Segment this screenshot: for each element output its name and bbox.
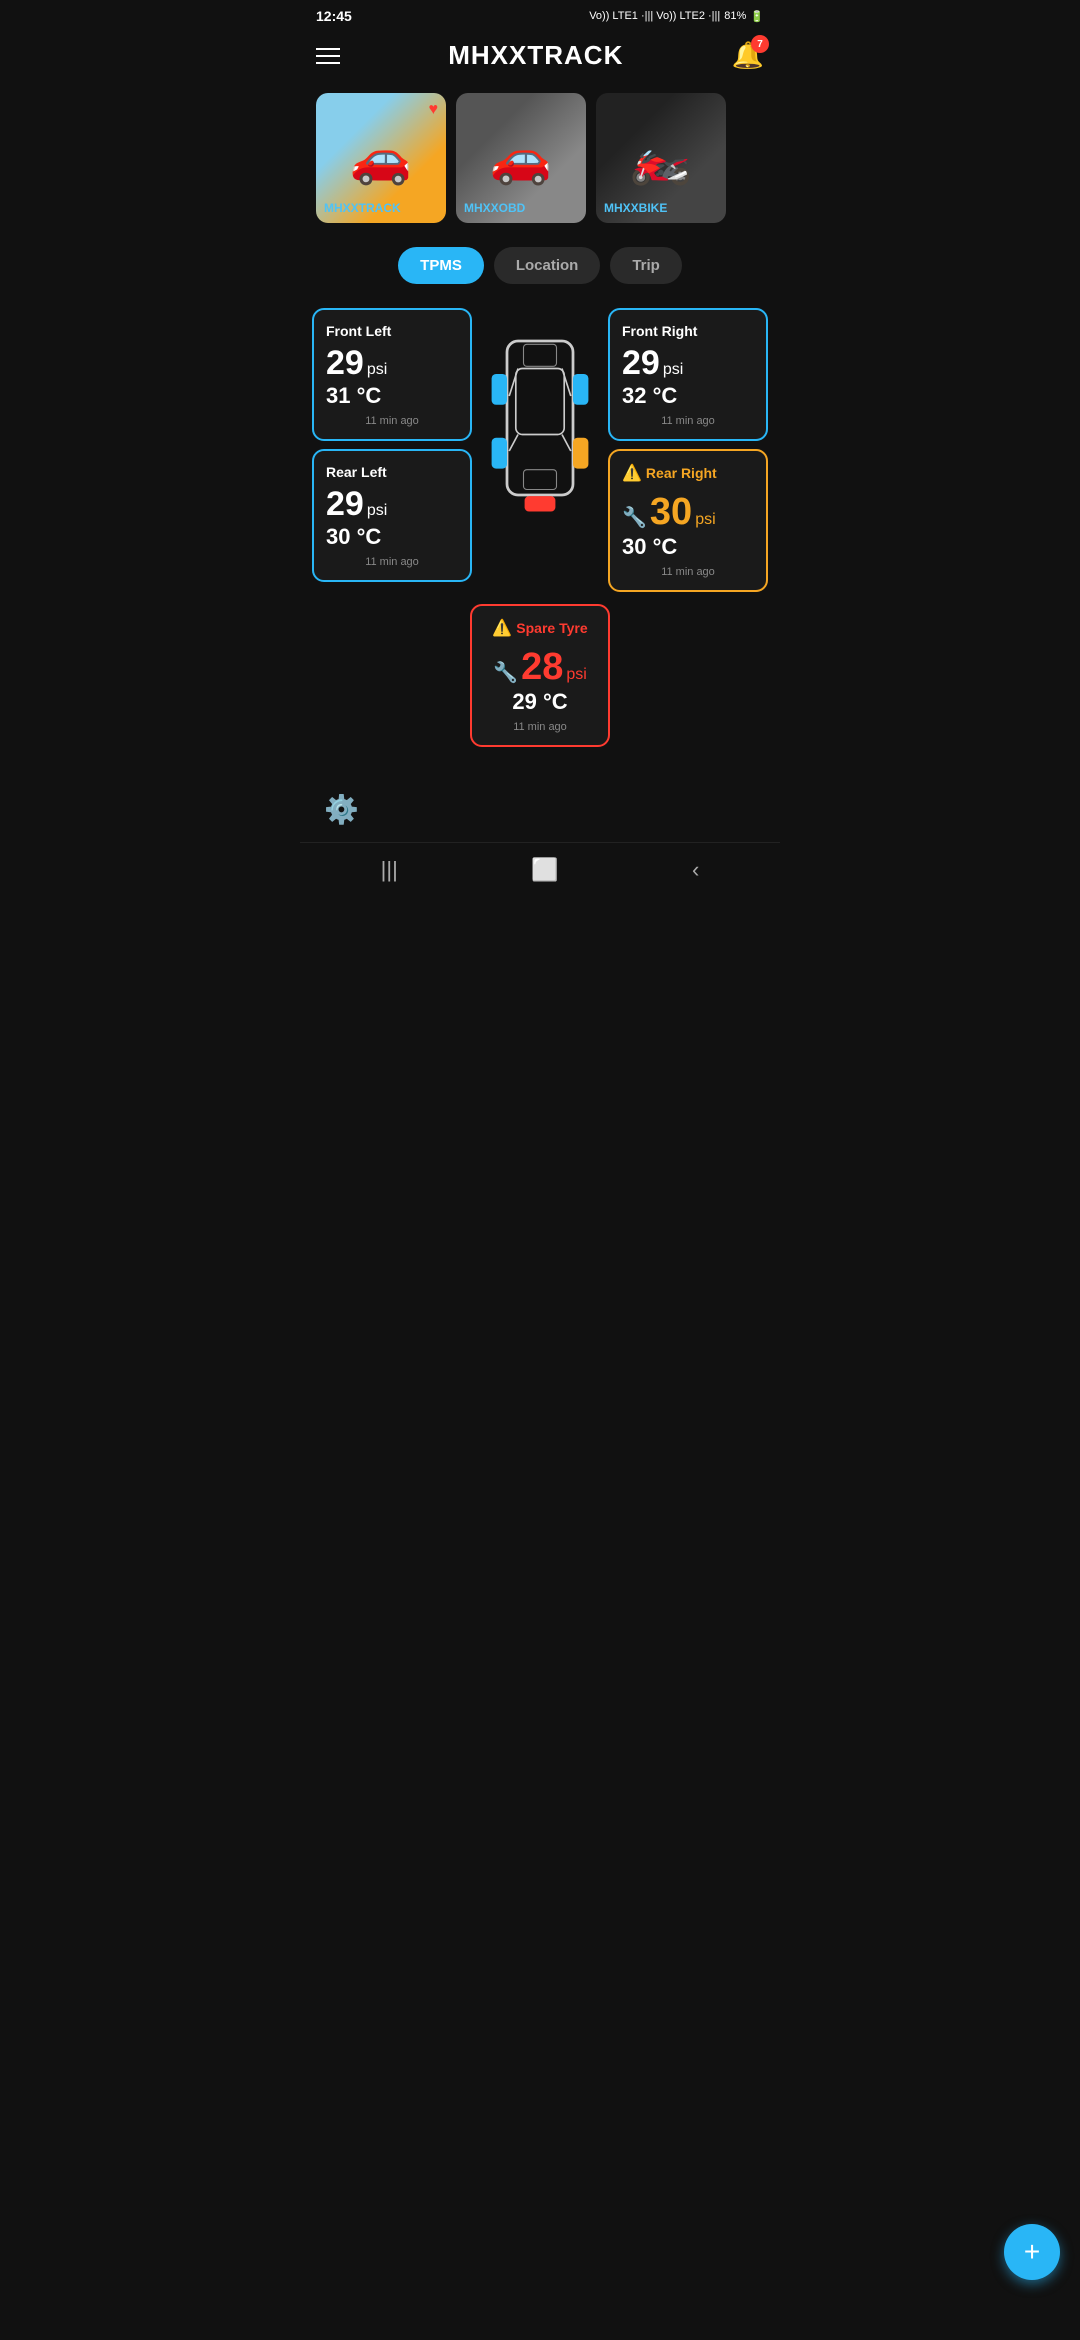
recents-button[interactable]: ||| bbox=[381, 857, 398, 883]
tire-unit-rear-right: psi bbox=[695, 511, 715, 529]
tire-label-front-left: Front Left bbox=[326, 322, 458, 340]
warning-icon-spare: ⚠️ bbox=[492, 618, 512, 638]
menu-button[interactable] bbox=[316, 48, 340, 64]
tire-card-rear-left: Rear Left 29 psi 30 °C 11 min ago bbox=[312, 449, 472, 582]
engine-icon[interactable]: ⚙️ bbox=[324, 793, 359, 826]
vehicle-label-mhxxbike: MHXXBIKE bbox=[604, 201, 667, 215]
tire-label-front-right: Front Right bbox=[622, 322, 754, 340]
tire-pressure-front-right: 29 bbox=[622, 344, 660, 383]
tab-tpms[interactable]: TPMS bbox=[398, 247, 484, 284]
tire-card-front-right: Front Right 29 psi 32 °C 11 min ago bbox=[608, 308, 768, 441]
car-diagram bbox=[480, 308, 600, 528]
warning-icon-rear-right: ⚠️ bbox=[622, 463, 642, 483]
status-icons: Vo)) LTE1 ·||| Vo)) LTE2 ·||| 81% 🔋 bbox=[589, 10, 764, 23]
sys-nav: ||| ⬜ ‹ bbox=[300, 842, 780, 897]
vehicle-image-mhxxbike: 🏍️ bbox=[630, 129, 692, 188]
tire-label-spare: Spare Tyre bbox=[516, 619, 587, 637]
tire-time-rear-left: 11 min ago bbox=[326, 556, 458, 568]
notification-badge: 7 bbox=[751, 35, 769, 53]
tire-unit-rear-left: psi bbox=[367, 502, 387, 520]
tire-time-spare: 11 min ago bbox=[492, 721, 588, 733]
vehicle-card-mhxxbike[interactable]: 🏍️ MHXXBIKE bbox=[596, 93, 726, 223]
tire-temp-front-right: 32 °C bbox=[622, 383, 754, 409]
vehicle-card-mhxxobd[interactable]: 🚗 MHXXOBD bbox=[456, 93, 586, 223]
tire-pressure-front-left: 29 bbox=[326, 344, 364, 383]
network-status: Vo)) LTE1 ·||| Vo)) LTE2 ·||| bbox=[589, 10, 720, 22]
notification-bell[interactable]: 🔔 7 bbox=[732, 40, 764, 71]
status-bar: 12:45 Vo)) LTE1 ·||| Vo)) LTE2 ·||| 81% … bbox=[300, 0, 780, 28]
tire-icon-spare: 🔧 bbox=[493, 660, 518, 685]
tire-card-spare: ⚠️ Spare Tyre 🔧 28 psi 29 °C 11 min ago bbox=[470, 604, 610, 747]
tire-icon-rear-right: 🔧 bbox=[622, 505, 647, 530]
vehicle-label-mhxxtrack: MHXXTRACK bbox=[324, 201, 401, 215]
tire-time-rear-right: 11 min ago bbox=[622, 566, 754, 578]
tire-card-rear-right: ⚠️ Rear Right 🔧 30 psi 30 °C 11 min ago bbox=[608, 449, 768, 592]
tire-label-rear-right: Rear Right bbox=[646, 464, 717, 482]
tire-temp-rear-right: 30 °C bbox=[622, 534, 754, 560]
favorite-icon: ♥ bbox=[429, 101, 439, 119]
vehicle-image-mhxxtrack: 🚗 bbox=[350, 129, 412, 188]
header: MHXXTRACK 🔔 7 bbox=[300, 28, 780, 83]
tire-pressure-spare: 28 bbox=[521, 646, 563, 689]
tab-trip[interactable]: Trip bbox=[610, 247, 682, 284]
status-time: 12:45 bbox=[316, 8, 352, 24]
tire-time-front-right: 11 min ago bbox=[622, 415, 754, 427]
battery-icon: 🔋 bbox=[750, 10, 764, 23]
tire-unit-spare: psi bbox=[566, 666, 586, 684]
home-button[interactable]: ⬜ bbox=[531, 857, 558, 883]
tire-unit-front-right: psi bbox=[663, 361, 683, 379]
tire-pressure-rear-left: 29 bbox=[326, 485, 364, 524]
tire-temp-spare: 29 °C bbox=[492, 689, 588, 715]
tab-bar: TPMS Location Trip bbox=[300, 233, 780, 298]
tire-pressure-rear-right: 30 bbox=[650, 491, 692, 534]
tire-card-front-left: Front Left 29 psi 31 °C 11 min ago bbox=[312, 308, 472, 441]
tire-label-rear-left: Rear Left bbox=[326, 463, 458, 481]
bottom-nav: ⚙️ bbox=[300, 777, 780, 842]
vehicle-cards-list: 🚗 ♥ MHXXTRACK 🚗 MHXXOBD 🏍️ MHXXBIKE bbox=[300, 83, 780, 233]
tab-location[interactable]: Location bbox=[494, 247, 601, 284]
tire-temp-rear-left: 30 °C bbox=[326, 524, 458, 550]
battery-status: 81% bbox=[724, 10, 746, 22]
tire-time-front-left: 11 min ago bbox=[326, 415, 458, 427]
fab-add-button[interactable]: + bbox=[1004, 2224, 1060, 2280]
back-button[interactable]: ‹ bbox=[692, 857, 699, 883]
tpms-section: Front Left 29 psi 31 °C 11 min ago bbox=[300, 298, 780, 757]
tire-temp-front-left: 31 °C bbox=[326, 383, 458, 409]
spare-row: ⚠️ Spare Tyre 🔧 28 psi 29 °C 11 min ago bbox=[312, 604, 768, 747]
vehicle-label-mhxxobd: MHXXOBD bbox=[464, 201, 525, 215]
tire-unit-front-left: psi bbox=[367, 361, 387, 379]
vehicle-image-mhxxobd: 🚗 bbox=[490, 129, 552, 188]
vehicle-card-mhxxtrack[interactable]: 🚗 ♥ MHXXTRACK bbox=[316, 93, 446, 223]
app-title: MHXXTRACK bbox=[448, 40, 623, 71]
car-svg bbox=[480, 308, 600, 528]
